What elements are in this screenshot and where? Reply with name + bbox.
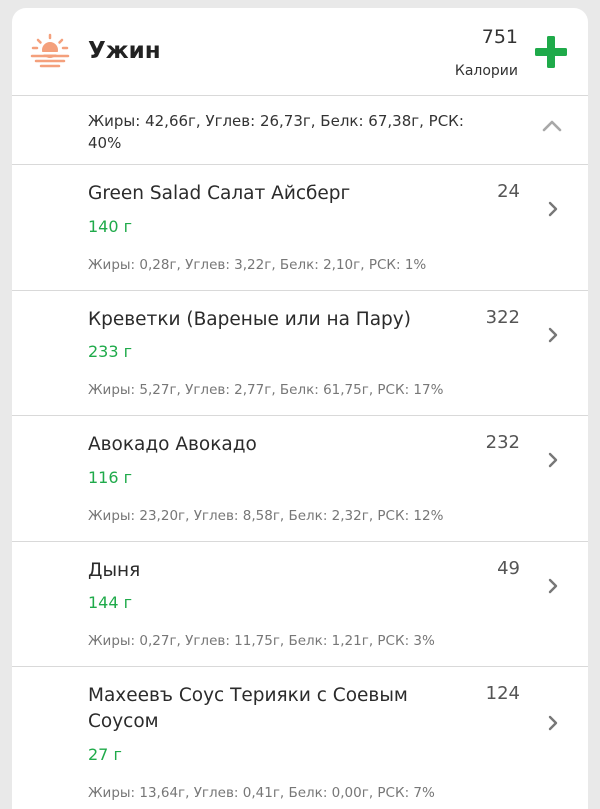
food-name: Махеевъ Соус Терияки с Соевым Соусом xyxy=(88,685,408,732)
chevron-right-icon xyxy=(548,452,558,468)
chevron-right-icon xyxy=(548,327,558,343)
meal-calories: 751 xyxy=(481,26,518,48)
meal-calories-label: Калории xyxy=(454,63,518,79)
food-name: Дыня xyxy=(88,560,141,581)
food-item[interactable]: Green Salad Салат Айсберг 24 140 г Жиры:… xyxy=(12,165,588,291)
chevron-right-icon xyxy=(548,201,558,217)
food-weight: 140 г xyxy=(88,217,133,236)
chevron-right-icon xyxy=(548,715,558,731)
food-name: Креветки (Вареные или на Пару) xyxy=(88,309,411,330)
chevron-up-icon[interactable] xyxy=(542,120,562,132)
food-macros: Жиры: 13,64г, Углев: 0,41г, Белк: 0,00г,… xyxy=(88,785,435,801)
food-macros: Жиры: 0,27г, Углев: 11,75г, Белк: 1,21г,… xyxy=(88,633,435,649)
food-item[interactable]: Авокадо Авокадо 232 116 г Жиры: 23,20г, … xyxy=(12,416,588,542)
meal-title: Ужин xyxy=(88,38,161,64)
food-macros: Жиры: 23,20г, Углев: 8,58г, Белк: 2,32г,… xyxy=(88,508,444,524)
food-calories: 49 xyxy=(497,558,520,579)
food-calories: 232 xyxy=(485,432,520,453)
meal-header[interactable]: Ужин 751 Калории xyxy=(12,8,588,96)
food-name: Авокадо Авокадо xyxy=(88,434,257,455)
food-weight: 27 г xyxy=(88,745,122,764)
food-calories: 124 xyxy=(485,683,520,704)
chevron-right-icon xyxy=(548,578,558,594)
food-calories: 322 xyxy=(485,307,520,328)
food-item[interactable]: Дыня 49 144 г Жиры: 0,27г, Углев: 11,75г… xyxy=(12,542,588,667)
food-macros: Жиры: 0,28г, Углев: 3,22г, Белк: 2,10г, … xyxy=(88,257,427,273)
sunset-icon xyxy=(30,33,70,68)
meal-card: Ужин 751 Калории Жиры: 42,66г, Углев: 26… xyxy=(12,8,588,809)
food-name: Green Salad Салат Айсберг xyxy=(88,183,351,204)
food-weight: 116 г xyxy=(88,468,133,487)
add-food-button[interactable] xyxy=(534,35,568,69)
food-weight: 144 г xyxy=(88,593,133,612)
food-macros: Жиры: 5,27г, Углев: 2,77г, Белк: 61,75г,… xyxy=(88,382,444,398)
food-item[interactable]: Махеевъ Соус Терияки с Соевым Соусом 124… xyxy=(12,667,588,809)
meal-summary: Жиры: 42,66г, Углев: 26,73г, Белк: 67,38… xyxy=(12,96,588,165)
food-item[interactable]: Креветки (Вареные или на Пару) 322 233 г… xyxy=(12,291,588,416)
food-weight: 233 г xyxy=(88,342,133,361)
meal-nutrient-summary: Жиры: 42,66г, Углев: 26,73г, Белк: 67,38… xyxy=(88,112,464,152)
food-calories: 24 xyxy=(497,181,520,202)
